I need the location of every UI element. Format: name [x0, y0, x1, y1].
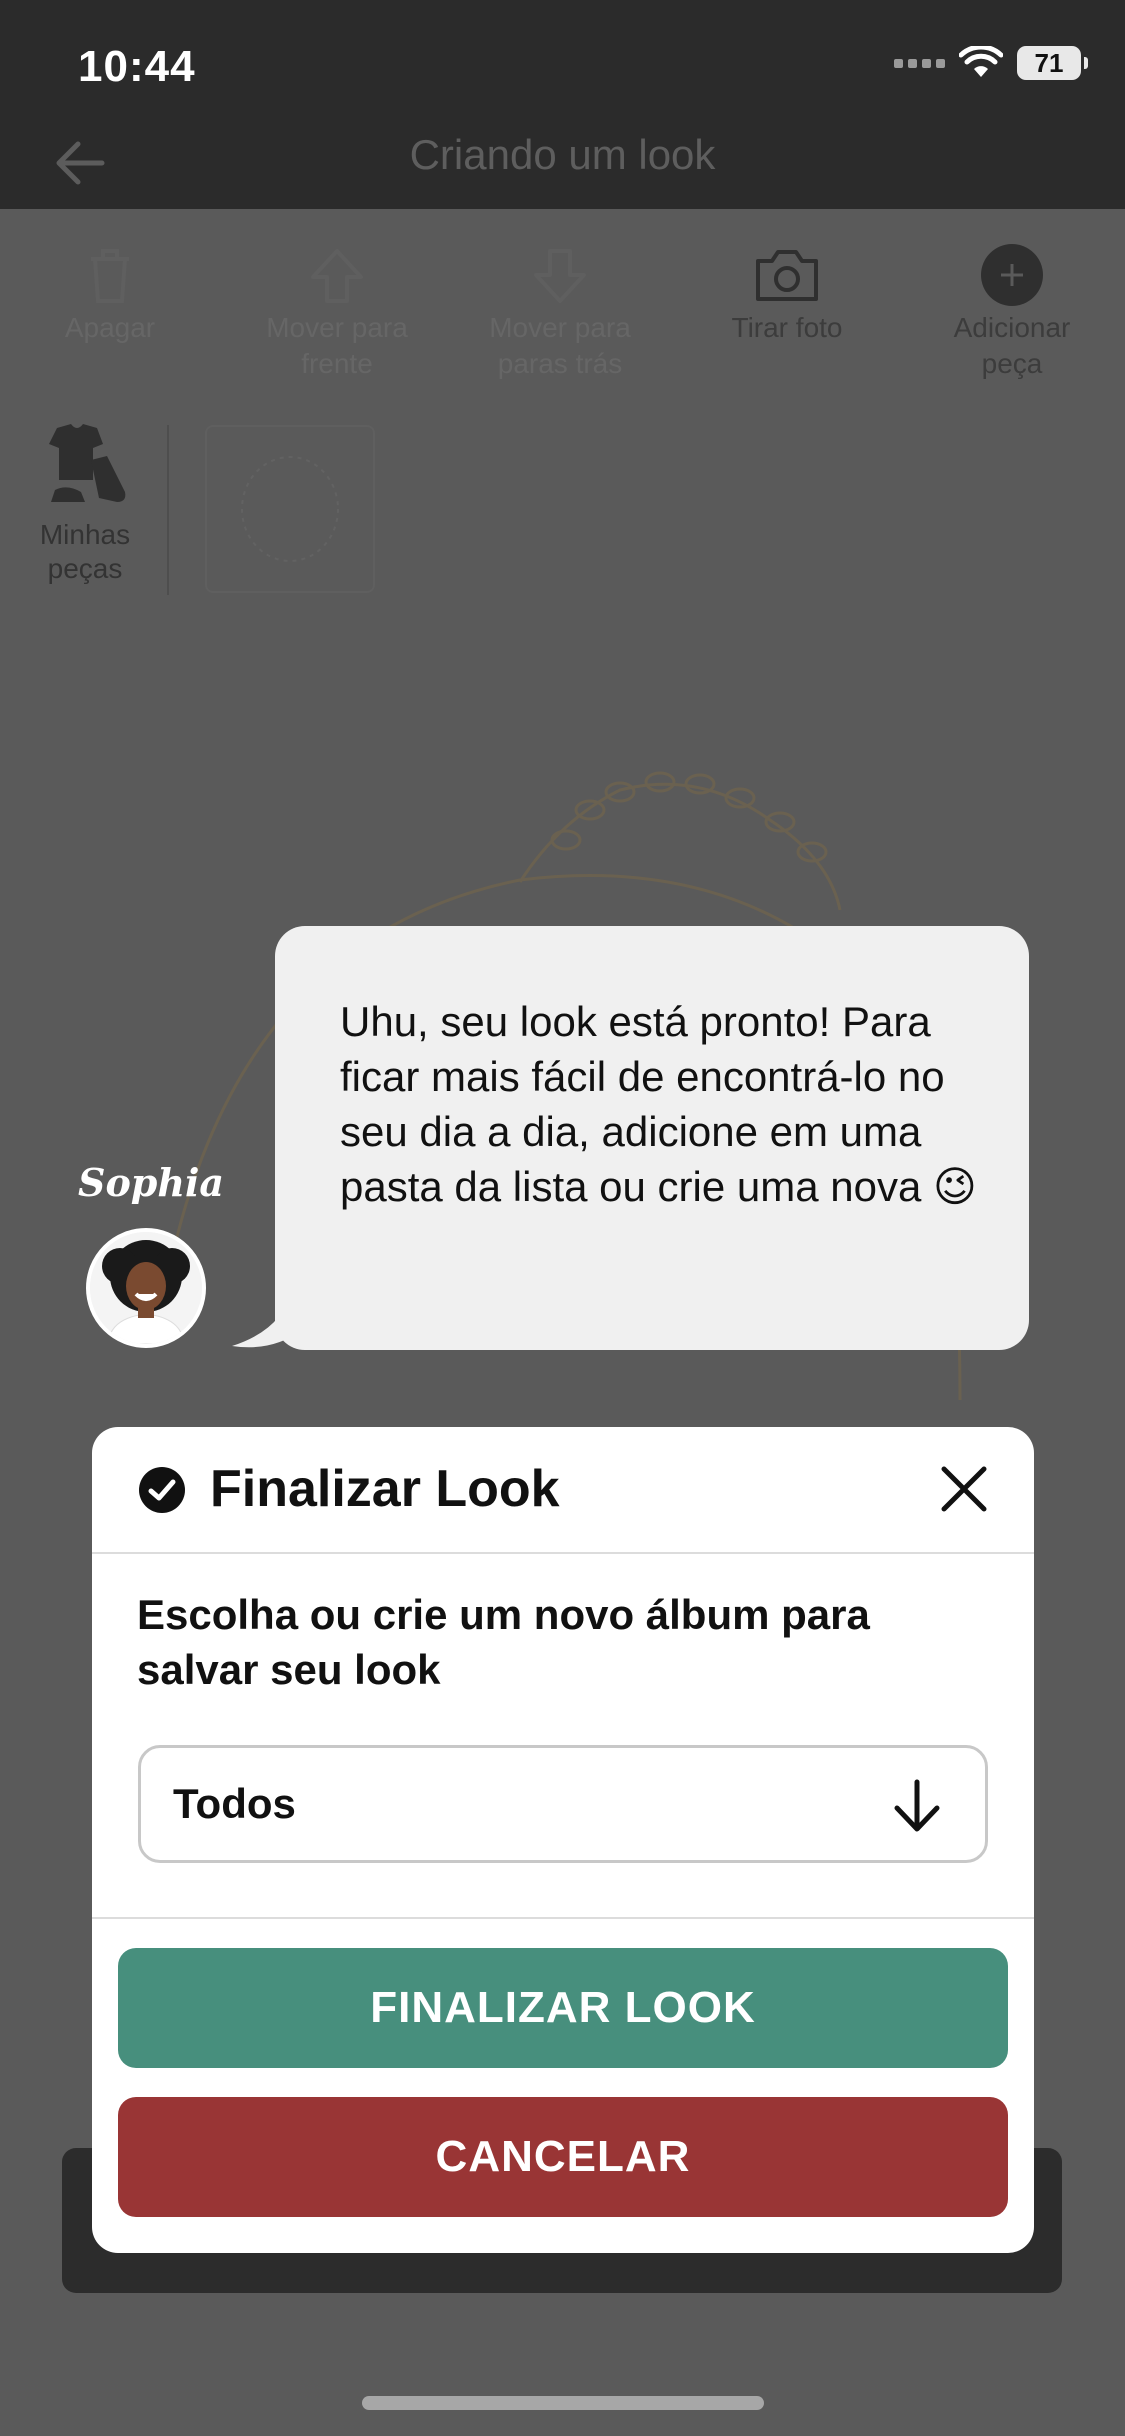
wifi-icon	[959, 46, 1003, 77]
status-time: 10:44	[78, 42, 196, 91]
necklace-thumbnail-icon	[241, 456, 339, 562]
page-title: Criando um look	[409, 131, 716, 178]
avatar	[86, 1228, 206, 1348]
take-photo-label: Tirar foto	[731, 312, 843, 343]
modal-title: Finalizar Look	[210, 1460, 560, 1518]
trash-icon	[91, 249, 129, 303]
app-header: Criando um look	[0, 131, 1125, 209]
cancel-button[interactable]: CANCELAR	[118, 2097, 1008, 2217]
modal-header: Finalizar Look	[92, 1427, 1034, 1554]
arrow-down-icon	[894, 1779, 940, 1832]
assistant-avatar-image	[90, 1232, 202, 1344]
modal-divider	[92, 1917, 1034, 1919]
assistant-message: Uhu, seu look está pronto! Para ficar ma…	[340, 998, 977, 1210]
modal-subtitle: Escolha ou crie um novo álbum para salva…	[137, 1591, 870, 1693]
camera-icon	[756, 250, 818, 301]
piece-thumbnail[interactable]	[205, 425, 375, 593]
assistant-name: Sophia	[78, 1160, 225, 1205]
add-piece-label: Adicionar peça	[953, 312, 1071, 379]
my-pieces-button[interactable]: Minhas peças	[20, 420, 150, 586]
signal-icon	[894, 58, 945, 68]
bring-forward-button[interactable]: Mover para frente	[232, 240, 442, 382]
my-pieces-label: Minhas peças	[39, 519, 131, 584]
battery-icon: 71	[1017, 46, 1088, 80]
delete-button[interactable]: Apagar	[5, 240, 215, 346]
home-indicator	[362, 2396, 764, 2410]
delete-label: Apagar	[64, 312, 156, 343]
finalize-look-button[interactable]: FINALIZAR LOOK	[118, 1948, 1008, 2068]
divider	[167, 425, 169, 595]
close-icon[interactable]	[938, 1463, 990, 1515]
arrow-up-icon	[311, 249, 363, 303]
send-backward-label: Mover para paras trás	[489, 312, 631, 379]
send-backward-button[interactable]: Mover para paras trás	[455, 240, 665, 382]
speech-bubble: Uhu, seu look está pronto! Para ficar ma…	[275, 926, 1029, 1350]
finalize-look-modal: Finalizar Look Escolha ou crie um novo á…	[92, 1427, 1034, 2253]
add-piece-button[interactable]: Adicionar peça	[907, 240, 1117, 382]
check-circle-icon	[139, 1467, 185, 1513]
status-bar: 10:44 71	[0, 0, 1125, 135]
bring-forward-label: Mover para frente	[266, 312, 408, 379]
clothes-icon	[49, 424, 126, 502]
editor-toolbar: Apagar Mover para frente Mover para para…	[0, 230, 1125, 390]
arrow-down-icon	[534, 249, 586, 303]
status-icons: 71	[894, 46, 1088, 80]
album-select[interactable]: Todos	[138, 1745, 988, 1863]
album-select-value: Todos	[173, 1780, 296, 1827]
take-photo-button[interactable]: Tirar foto	[682, 240, 892, 346]
plus-circle-icon	[981, 244, 1043, 306]
